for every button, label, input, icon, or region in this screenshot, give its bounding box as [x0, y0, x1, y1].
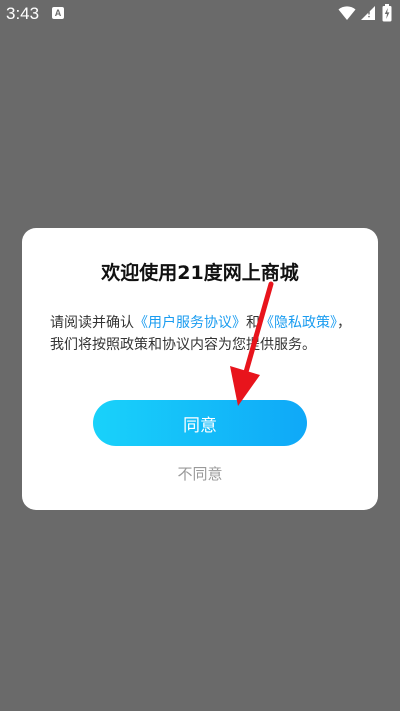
dialog-body: 请阅读并确认《用户服务协议》和《隐私政策》，我们将按照政策和协议内容为您提供服务… [50, 312, 354, 356]
privacy-dialog: 欢迎使用21度网上商城 请阅读并确认《用户服务协议》和《隐私政策》，我们将按照政… [22, 228, 378, 510]
signal-icon [361, 6, 375, 20]
screen: 3:43 A 欢迎使用21度网上商城 请阅读并确认《用户服务协议》和《隐私政策》… [0, 0, 400, 711]
disagree-button[interactable]: 不同意 [150, 460, 250, 486]
agree-button[interactable]: 同意 [93, 400, 307, 446]
body-intro: 请阅读并确认 [50, 315, 134, 331]
status-bar: 3:43 A [0, 0, 400, 28]
body-and: 和 [246, 315, 260, 331]
dialog-title: 欢迎使用21度网上商城 [101, 262, 299, 284]
notification-icon: A [52, 7, 64, 19]
privacy-policy-link[interactable]: 《隐私政策》 [260, 315, 337, 331]
wifi-icon [338, 6, 356, 20]
user-agreement-link[interactable]: 《用户服务协议》 [134, 315, 246, 331]
status-time: 3:43 [6, 4, 40, 23]
battery-icon [382, 4, 392, 22]
